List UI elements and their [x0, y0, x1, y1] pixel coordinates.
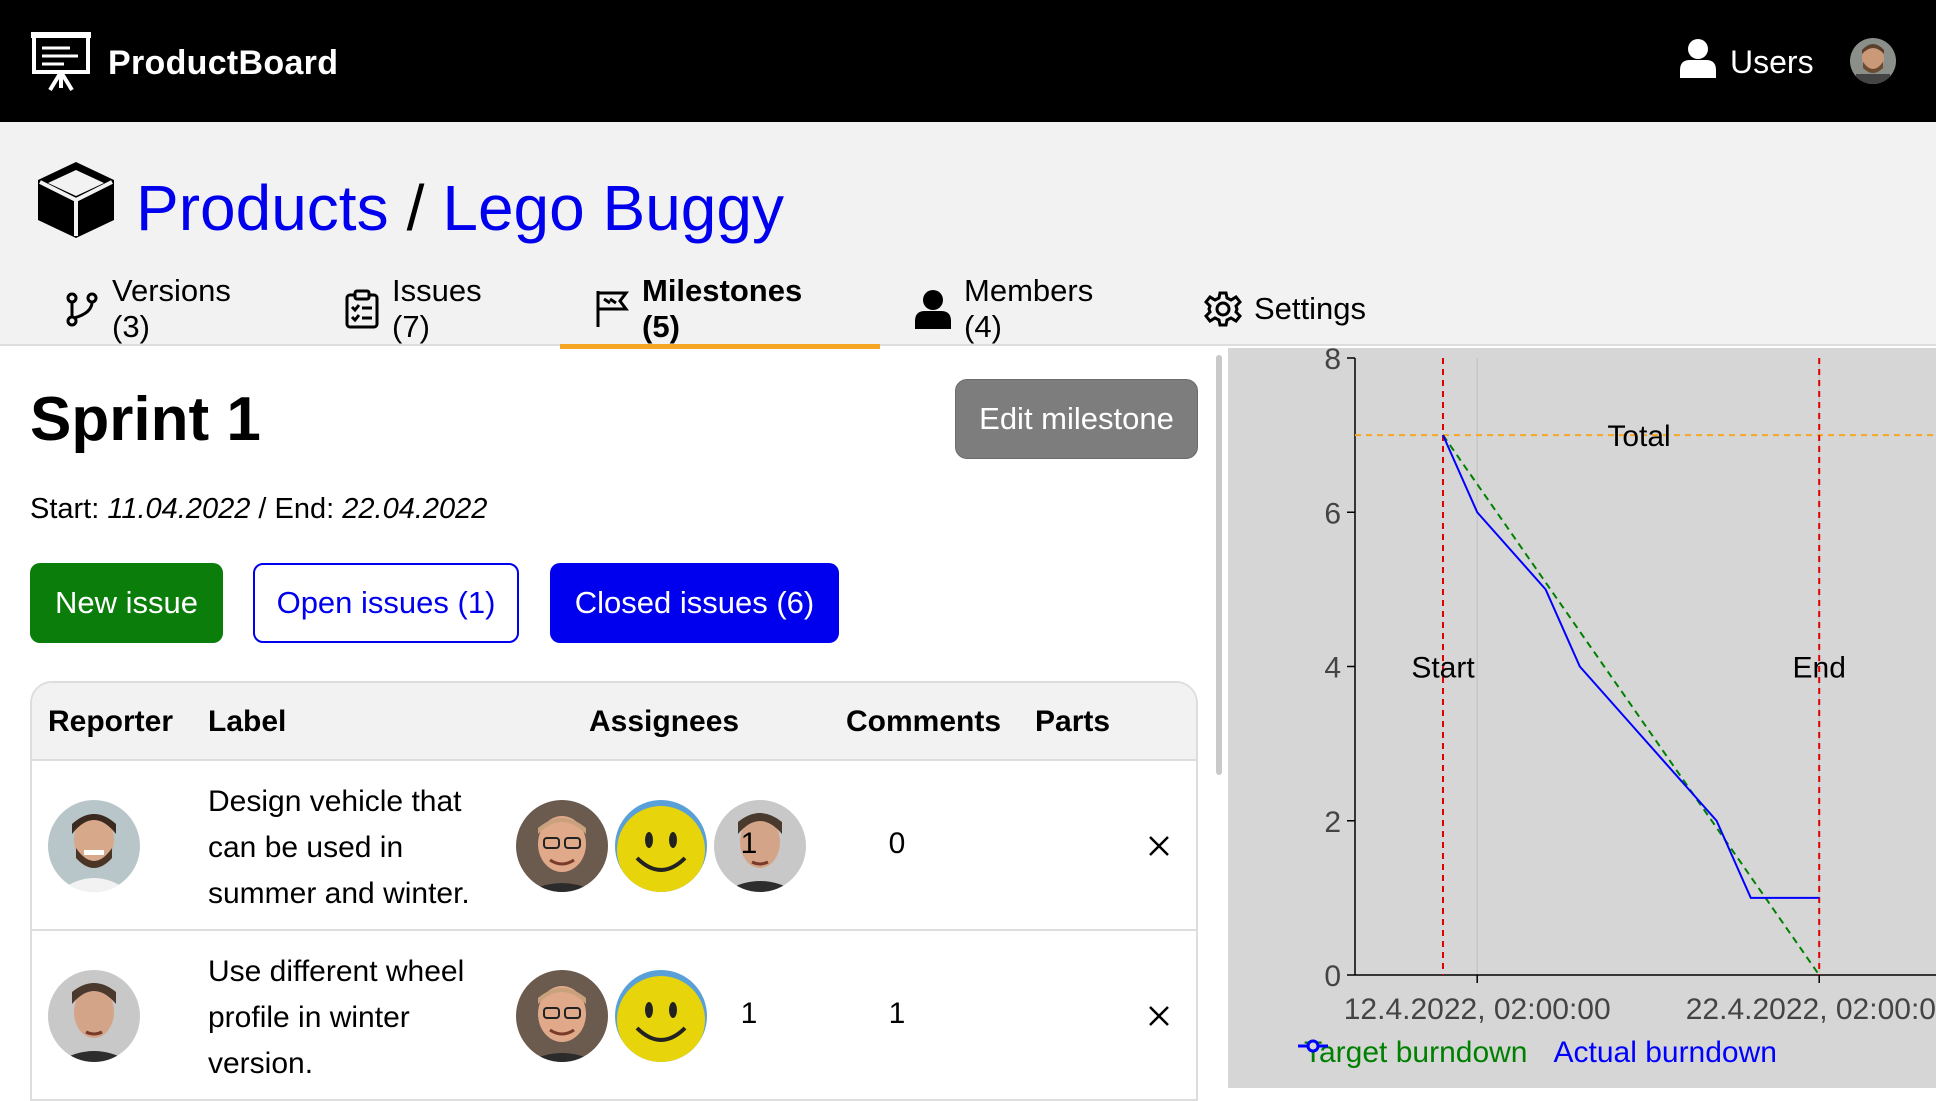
- assignee-avatar: [516, 800, 608, 892]
- legend-target-label: Target burndown: [1304, 1036, 1527, 1070]
- legend-actual-marker: [1298, 1036, 1328, 1056]
- open-issues-button[interactable]: Open issues (1): [253, 563, 519, 643]
- burndown-chart: 0 2 4 6 8 12.4.2022, 02:00:00 22.4.2022, 02:00…: [1228, 348, 1936, 1088]
- tab-milestones[interactable]: Milestones (5): [594, 272, 802, 346]
- tab-settings[interactable]: Settings: [1204, 272, 1366, 346]
- tab-label: Issues (7): [392, 273, 482, 345]
- gear-icon: [1204, 290, 1242, 328]
- col-assignees[interactable]: Assignees: [589, 705, 739, 739]
- y-tick-label: 2: [1324, 806, 1341, 839]
- tab-label: Milestones (5): [642, 273, 802, 345]
- users-label: Users: [1730, 44, 1814, 81]
- edit-milestone-button[interactable]: Edit milestone: [955, 379, 1198, 459]
- content-scrollbar[interactable]: [1216, 355, 1222, 775]
- top-bar: ProductBoard Users: [0, 0, 1936, 122]
- close-icon[interactable]: [1144, 1001, 1174, 1031]
- tab-members[interactable]: Members (4): [914, 272, 1093, 346]
- tab-issues[interactable]: Issues (7): [344, 272, 482, 346]
- start-label: Start: [1411, 652, 1475, 685]
- start-date: 11.04.2022: [107, 493, 250, 525]
- reporter-avatar: [48, 970, 140, 1062]
- issues-table: Reporter Label Assignees Comments Parts …: [30, 681, 1198, 1101]
- clipboard-icon: [344, 289, 380, 329]
- y-tick-label: 0: [1324, 960, 1341, 993]
- y-tick-label: 6: [1324, 497, 1341, 530]
- col-comments[interactable]: Comments: [846, 705, 1001, 739]
- new-issue-button[interactable]: New issue: [30, 563, 223, 643]
- flag-icon: [594, 289, 630, 329]
- col-parts[interactable]: Parts: [1035, 705, 1110, 739]
- comments-count: 1: [729, 827, 769, 861]
- issue-label-link[interactable]: Design vehicle that can be used in summe…: [208, 779, 498, 917]
- current-user-avatar[interactable]: [1850, 38, 1896, 84]
- end-date: 22.04.2022: [342, 493, 487, 525]
- total-label: Total: [1607, 420, 1670, 453]
- assignee-list: [516, 970, 714, 1062]
- legend-actual[interactable]: Actual burndown: [1547, 1036, 1776, 1070]
- app-name: ProductBoard: [108, 44, 338, 83]
- assignee-avatar: [516, 970, 608, 1062]
- y-tick-label: 8: [1324, 348, 1341, 376]
- table-header: Reporter Label Assignees Comments Parts: [32, 683, 1196, 761]
- y-tick-label: 4: [1324, 652, 1341, 685]
- presentation-board-icon: [30, 30, 92, 97]
- tab-label: Settings: [1254, 291, 1366, 327]
- user-icon: [1680, 38, 1716, 86]
- issue-label-link[interactable]: Use different wheel profile in winter ve…: [208, 949, 498, 1087]
- legend-actual-label: Actual burndown: [1553, 1036, 1776, 1070]
- milestone-detail: Sprint 1 Edit milestone Start: 11.04.202…: [0, 348, 1215, 1088]
- users-link[interactable]: Users: [1680, 38, 1814, 86]
- table-row[interactable]: Use different wheel profile in winter ve…: [32, 931, 1196, 1101]
- breadcrumb-separator: /: [407, 171, 425, 245]
- milestone-title: Sprint 1: [30, 384, 261, 455]
- burndown-chart-svg: 0 2 4 6 8 12.4.2022, 02:00:00 22.4.2022, 02:00…: [1228, 348, 1936, 1088]
- start-prefix: Start:: [30, 493, 107, 525]
- legend-target[interactable]: Target burndown: [1298, 1036, 1527, 1070]
- closed-issues-button[interactable]: Closed issues (6): [550, 563, 839, 643]
- breadcrumb-products-link[interactable]: Products: [136, 171, 389, 245]
- col-label[interactable]: Label: [208, 705, 286, 739]
- reporter-avatar: [48, 800, 140, 892]
- tab-label: Versions (3): [112, 273, 231, 345]
- breadcrumb-product-link[interactable]: Lego Buggy: [442, 171, 784, 245]
- tab-versions[interactable]: Versions (3): [64, 272, 231, 346]
- target-burndown-line: [1443, 435, 1819, 975]
- parts-count: 0: [877, 827, 917, 861]
- parts-count: 1: [877, 997, 917, 1031]
- smiley-avatar: [615, 970, 707, 1062]
- tab-label: Members (4): [964, 273, 1093, 345]
- col-reporter[interactable]: Reporter: [48, 705, 173, 739]
- x-tick-label: 22.4.2022, 02:00:00: [1686, 993, 1936, 1026]
- chart-legend: Target burndown Actual burndown: [1298, 1036, 1797, 1070]
- close-icon[interactable]: [1144, 831, 1174, 861]
- milestone-dates: Start: 11.04.2022 / End: 22.04.2022: [30, 493, 487, 526]
- x-tick-label: 12.4.2022, 02:00:00: [1344, 993, 1611, 1026]
- end-prefix: / End:: [250, 493, 342, 525]
- breadcrumb: Products / Lego Buggy: [34, 158, 784, 257]
- actual-burndown-line: [1443, 435, 1819, 898]
- table-row[interactable]: Design vehicle that can be used in summe…: [32, 761, 1196, 931]
- brand-link[interactable]: ProductBoard: [30, 30, 338, 97]
- end-label: End: [1793, 652, 1846, 685]
- product-header: Products / Lego Buggy Versions (3) Issu: [0, 122, 1936, 346]
- smiley-avatar: [615, 800, 707, 892]
- comments-count: 1: [729, 997, 769, 1031]
- user-icon: [914, 289, 952, 329]
- branch-icon: [64, 291, 100, 327]
- cube-icon: [34, 158, 118, 257]
